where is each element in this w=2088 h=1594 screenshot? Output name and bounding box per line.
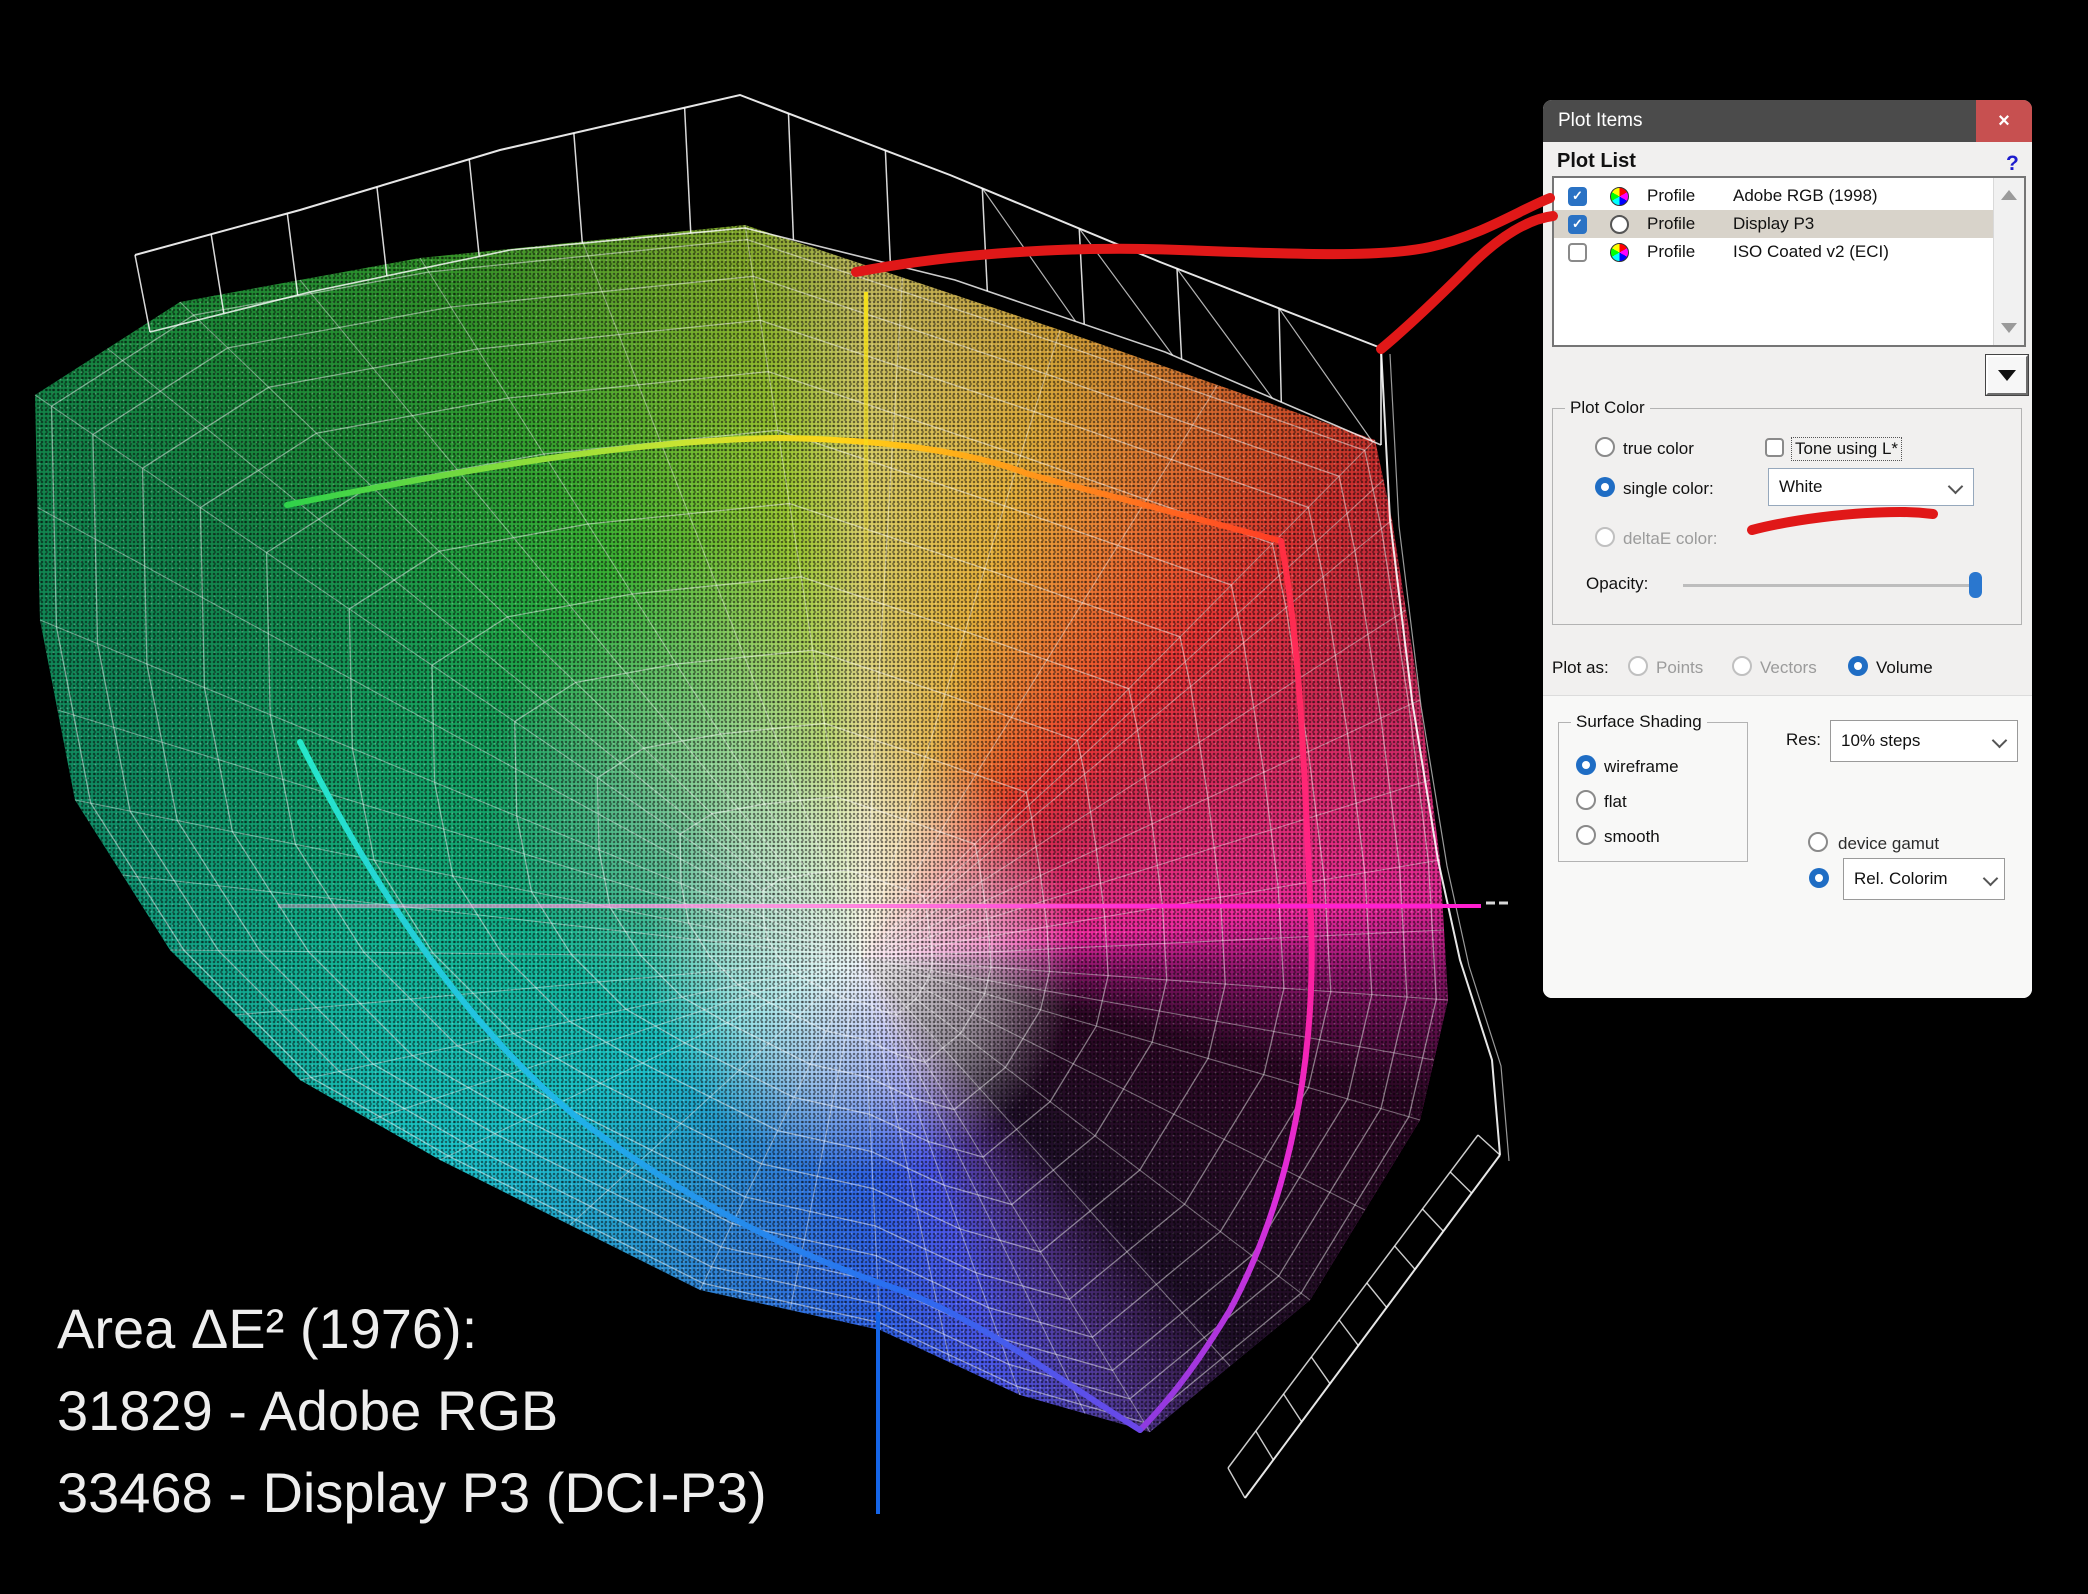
area-delta-e-caption: Area ΔE² (1976): 31829 - Adobe RGB 33468… [57, 1288, 767, 1533]
row-name: ISO Coated v2 (ECI) [1733, 242, 1889, 261]
single-color-select[interactable]: White [1768, 468, 1974, 506]
device-gamut-radio[interactable] [1808, 832, 1828, 852]
plot-as-volume-radio[interactable] [1848, 656, 1868, 676]
rendering-intent-radio[interactable] [1809, 868, 1829, 888]
shading-wireframe-label[interactable]: wireframe [1604, 757, 1679, 777]
plot-list-header: Plot List [1557, 150, 1636, 172]
list-item-adobe-rgb[interactable]: ✓ Profile Adobe RGB (1998) [1554, 182, 1994, 210]
plot-items-dialog: Plot Items × Plot List ? ✓ Profile Adobe… [1543, 100, 2032, 998]
chevron-down-icon [1947, 478, 1964, 495]
surface-shading-label: Surface Shading [1571, 712, 1707, 732]
checkbox-checked-icon[interactable]: ✓ [1568, 214, 1587, 234]
shading-flat-label[interactable]: flat [1604, 792, 1627, 812]
row-type: Profile [1647, 214, 1696, 233]
deltae-color-radio[interactable] [1595, 527, 1615, 547]
panel-divider [1543, 695, 2032, 696]
circle-outline-icon [1610, 214, 1629, 234]
row-type: Profile [1647, 242, 1696, 261]
scroll-up-icon[interactable] [2001, 190, 2017, 200]
help-icon[interactable]: ? [2006, 152, 2019, 176]
dialog-titlebar[interactable]: Plot Items [1543, 100, 2032, 142]
plot-as-vectors-radio[interactable] [1732, 656, 1752, 676]
plot-as-points-radio[interactable] [1628, 656, 1648, 676]
device-gamut-label[interactable]: device gamut [1838, 834, 1939, 854]
plot-list: ✓ Profile Adobe RGB (1998) ✓ Profile Dis… [1552, 176, 2026, 347]
plot-as-volume-label: Volume [1876, 658, 1933, 677]
deltae-color-label: deltaE color: [1623, 529, 1718, 548]
res-select[interactable]: 10% steps [1830, 720, 2018, 762]
chevron-down-icon [1991, 732, 2008, 749]
plot-as-label: Plot as: [1552, 658, 1609, 677]
single-color-radio[interactable] [1595, 477, 1615, 497]
area-caption-display-p3: 33468 - Display P3 (DCI-P3) [57, 1460, 767, 1524]
true-color-radio[interactable] [1595, 437, 1615, 457]
rendering-intent-value: Rel. Colorim [1854, 869, 1948, 888]
screenshot-root: { "annotation": { "area_title": "Area \u… [0, 0, 2088, 1594]
close-button[interactable]: × [1976, 100, 2032, 142]
opacity-label: Opacity: [1586, 574, 1649, 593]
dropdown-arrow-icon [1998, 369, 2016, 381]
tone-checkbox[interactable] [1765, 438, 1784, 457]
row-name: Adobe RGB (1998) [1733, 186, 1878, 205]
close-icon: × [1998, 109, 2010, 132]
area-caption-adobe-rgb: 31829 - Adobe RGB [57, 1378, 559, 1442]
rendering-intent-select[interactable]: Rel. Colorim [1843, 858, 2005, 900]
row-type: Profile [1647, 186, 1696, 205]
res-label: Res: [1786, 730, 1821, 749]
shading-flat-radio[interactable] [1576, 790, 1596, 810]
res-value: 10% steps [1841, 731, 1921, 750]
shading-smooth-radio[interactable] [1576, 825, 1596, 845]
chevron-down-icon [1982, 870, 1999, 887]
color-wheel-icon [1610, 242, 1629, 262]
expand-options-button[interactable] [1986, 355, 2028, 395]
list-item-display-p3[interactable]: ✓ Profile Display P3 [1554, 210, 1994, 238]
opacity-slider-thumb[interactable] [1969, 572, 1982, 598]
color-wheel-icon [1610, 186, 1629, 206]
checkbox-unchecked-icon[interactable] [1568, 242, 1587, 262]
list-item-iso-coated[interactable]: Profile ISO Coated v2 (ECI) [1554, 238, 1994, 266]
plot-as-points-label: Points [1656, 658, 1704, 677]
plot-as-vectors-label: Vectors [1760, 658, 1817, 677]
list-scrollbar[interactable] [1993, 178, 2024, 345]
checkbox-checked-icon[interactable]: ✓ [1568, 186, 1587, 206]
shading-smooth-label[interactable]: smooth [1604, 827, 1660, 847]
row-name: Display P3 [1733, 214, 1815, 233]
true-color-label[interactable]: true color [1623, 439, 1694, 459]
single-color-label[interactable]: single color: [1623, 479, 1714, 499]
tone-label[interactable]: Tone using L* [1791, 437, 1903, 461]
plot-color-label: Plot Color [1565, 398, 1650, 418]
opacity-slider-track[interactable] [1683, 584, 1980, 587]
area-caption-title: Area ΔE² (1976): [57, 1297, 478, 1360]
shading-wireframe-radio[interactable] [1576, 755, 1596, 775]
dialog-title: Plot Items [1558, 110, 1643, 131]
single-color-value: White [1779, 477, 1823, 496]
scroll-down-icon[interactable] [2001, 323, 2017, 333]
